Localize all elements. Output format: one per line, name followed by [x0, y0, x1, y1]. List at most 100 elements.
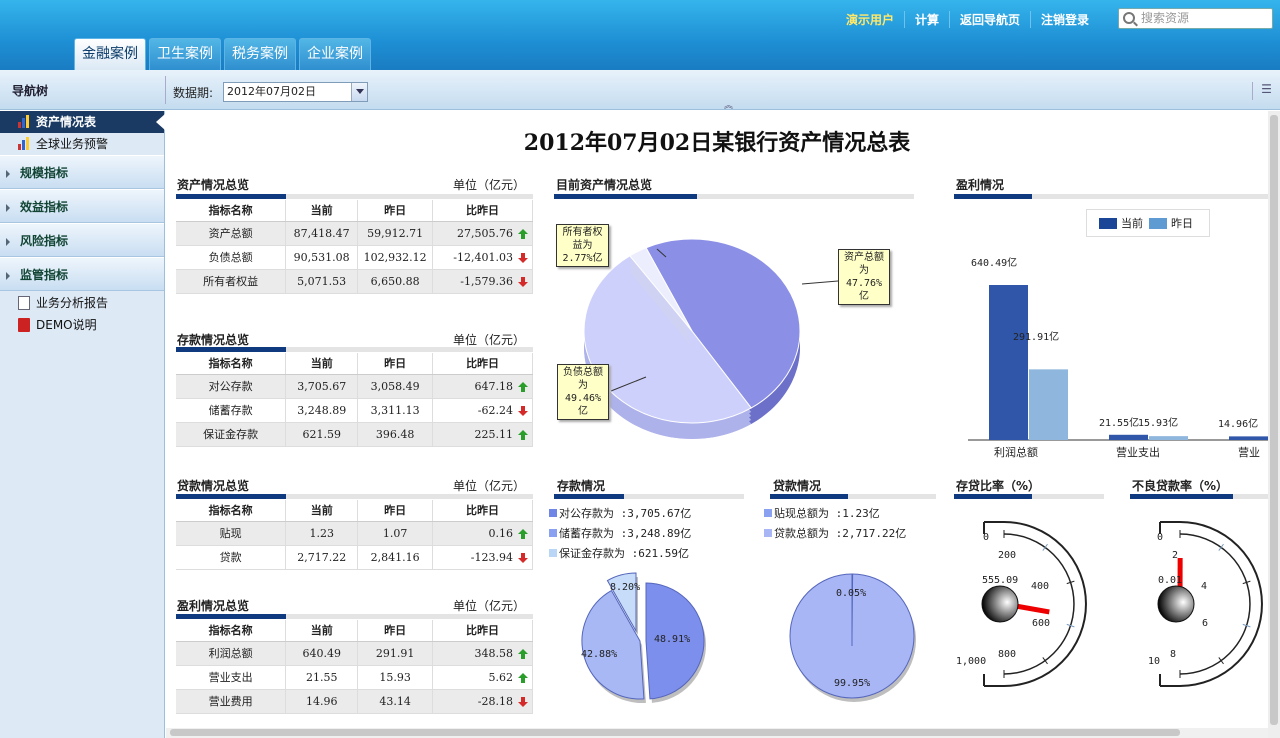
tab-tax[interactable]: 税务案例	[224, 38, 296, 70]
arrow-down-icon	[518, 276, 528, 287]
tab-finance[interactable]: 金融案例	[74, 38, 146, 70]
slice-label: 99.95%	[834, 678, 870, 689]
chevron-down-icon[interactable]	[351, 83, 367, 101]
sidebar-group-risk[interactable]: 风险指标	[0, 223, 164, 257]
report-panel: 2012年07月02日某银行资产情况总表 资产情况总览 单位（亿元） 指标名称 当前…	[166, 111, 1268, 728]
cell-text: 640.49	[302, 646, 341, 660]
table-row: 保证金存款 621.59 396.48 225.11	[176, 422, 533, 447]
sidebar-group-scale[interactable]: 规模指标	[0, 155, 164, 189]
cell-value: 1.07	[357, 521, 434, 546]
gauge-hub	[981, 585, 1019, 623]
bar-value-label: 14.96亿	[1218, 417, 1258, 430]
logout-link[interactable]: 注销登录	[1030, 11, 1099, 28]
arrow-down-icon	[518, 252, 528, 263]
section-divider	[176, 494, 533, 499]
date-select[interactable]: 2012年07月02日	[223, 82, 368, 102]
cell-text: -123.94	[470, 550, 513, 564]
collapse-up-icon[interactable]: ︽	[724, 98, 733, 111]
asset-pie-chart	[583, 238, 839, 440]
case-tabs: 金融案例 卫生案例 税务案例 企业案例	[74, 38, 374, 70]
column-header: 比昨日	[432, 500, 533, 522]
cell-value: 3,058.49	[357, 374, 434, 399]
search-input[interactable]: 搜索资源	[1118, 8, 1273, 29]
tab-health[interactable]: 卫生案例	[149, 38, 221, 70]
arrow-down-icon	[518, 552, 528, 563]
gauge-tick-label: 600	[1032, 618, 1050, 629]
gauge-tick	[1042, 543, 1048, 551]
cell-text: 3,705.67	[297, 379, 347, 393]
cell-value: 2,717.22	[285, 545, 359, 570]
table-row: 负债总额 90,531.08 102,932.12 -12,401.03	[176, 245, 533, 270]
cell-text: 1.23	[309, 526, 334, 540]
arrow-up-icon	[518, 672, 528, 683]
cell-text: 14.96	[305, 694, 338, 708]
cell-value: 21.55	[285, 665, 359, 690]
pie-callout-assets: 资产总额为 47.76%亿	[838, 249, 890, 305]
cell-value: 348.58	[432, 641, 533, 666]
cell-text: 15.93	[379, 670, 411, 684]
column-header: 指标名称	[176, 500, 287, 522]
cell-text: 0.16	[488, 526, 514, 540]
table-row: 贴现 1.23 1.07 0.16	[176, 521, 533, 546]
cell-text: 90,531.08	[293, 250, 350, 264]
bar-营业支出-昨日	[1149, 436, 1188, 440]
vertical-scrollbar[interactable]	[1268, 111, 1280, 738]
cell-value: 621.59	[285, 422, 359, 447]
cell-text: 贷款	[219, 551, 242, 564]
legend-label: 保证金存款为 :621.59亿	[559, 547, 689, 560]
section-title: 盈利情况	[956, 178, 1005, 192]
legend-item: 贴现总额为 :1.23亿	[764, 505, 880, 521]
tab-enterprise[interactable]: 企业案例	[299, 38, 371, 70]
cell-value: 3,705.67	[285, 374, 359, 399]
bar-营业费用-当前	[1229, 436, 1268, 440]
sidebar-item-demo[interactable]: DEMO说明	[0, 314, 164, 336]
cell-text: 1.07	[382, 526, 408, 540]
page-title: 2012年07月02日某银行资产情况总表	[523, 130, 911, 156]
bar-利润总额-当前	[989, 285, 1028, 440]
cell-value: -1,579.36	[432, 269, 533, 294]
section-divider	[954, 494, 1104, 499]
bar-value-label: 640.49亿	[971, 256, 1017, 269]
unit-label: 单位（亿元）	[452, 333, 525, 347]
gauge-tick-label: 1,000	[956, 656, 986, 667]
sidebar-group-supervision[interactable]: 监管指标	[0, 257, 164, 291]
asset-table: 指标名称 当前 昨日 比昨日 资产总额 87,418.47 59,912.71 27,505…	[176, 200, 533, 294]
sidebar-item-global-warning[interactable]: 全球业务预警	[0, 133, 164, 155]
menu-icon[interactable]: ☰	[1252, 82, 1280, 100]
cell-text: 43.14	[379, 694, 411, 708]
legend-item: 贷款总额为 :2,717.22亿	[764, 525, 906, 541]
cell-value: -12,401.03	[432, 245, 533, 270]
cell-value: 5.62	[432, 665, 533, 690]
cell-text: 21.55	[305, 670, 338, 684]
back-to-nav-link[interactable]: 返回导航页	[949, 11, 1030, 28]
bar-利润总额-昨日	[1029, 369, 1068, 440]
section-divider	[176, 614, 533, 619]
cell-value: 3,248.89	[285, 398, 359, 423]
user-link[interactable]: 演示用户	[846, 11, 904, 28]
sidebar-group-benefit[interactable]: 效益指标	[0, 189, 164, 223]
deposit-pie-chart: 48.91% 42.88% 8.20%	[581, 572, 707, 703]
slice-label: 8.20%	[610, 582, 640, 593]
horizontal-scrollbar[interactable]	[166, 728, 1268, 738]
sidebar-item-analysis-report[interactable]: 业务分析报告	[0, 292, 164, 314]
section-title: 贷款情况	[773, 479, 822, 493]
row-label: 负债总额	[176, 245, 287, 270]
cell-value: 640.49	[285, 641, 359, 666]
sidebar-item-asset-report[interactable]: 资产情况表	[0, 111, 165, 133]
column-header: 昨日	[357, 200, 434, 222]
legend-item: 储蓄存款为 :3,248.89亿	[549, 525, 691, 541]
nav-tree-title: 导航树	[12, 84, 49, 98]
profit-table: 指标名称 当前 昨日 比昨日 利润总额 640.49 291.91 348.58 营业支出 21…	[176, 620, 533, 714]
gauge-tick-label: 800	[998, 649, 1016, 660]
arrow-up-icon	[518, 228, 528, 239]
cell-text: -62.24	[477, 403, 513, 417]
top-links: 演示用户 计算 返回导航页 注销登录	[846, 11, 1099, 28]
section-title: 盈利情况总览 单位（亿元）	[177, 597, 533, 614]
gauge-tick-label: 0	[1157, 532, 1163, 543]
legend-label: 储蓄存款为 :3,248.89亿	[559, 527, 692, 540]
cell-value: -123.94	[432, 545, 533, 570]
calculate-link[interactable]: 计算	[904, 11, 949, 28]
unit-label: 单位（亿元）	[452, 479, 525, 493]
table-row: 贷款 2,717.22 2,841.16 -123.94	[176, 545, 533, 570]
chart-icon	[18, 115, 32, 128]
